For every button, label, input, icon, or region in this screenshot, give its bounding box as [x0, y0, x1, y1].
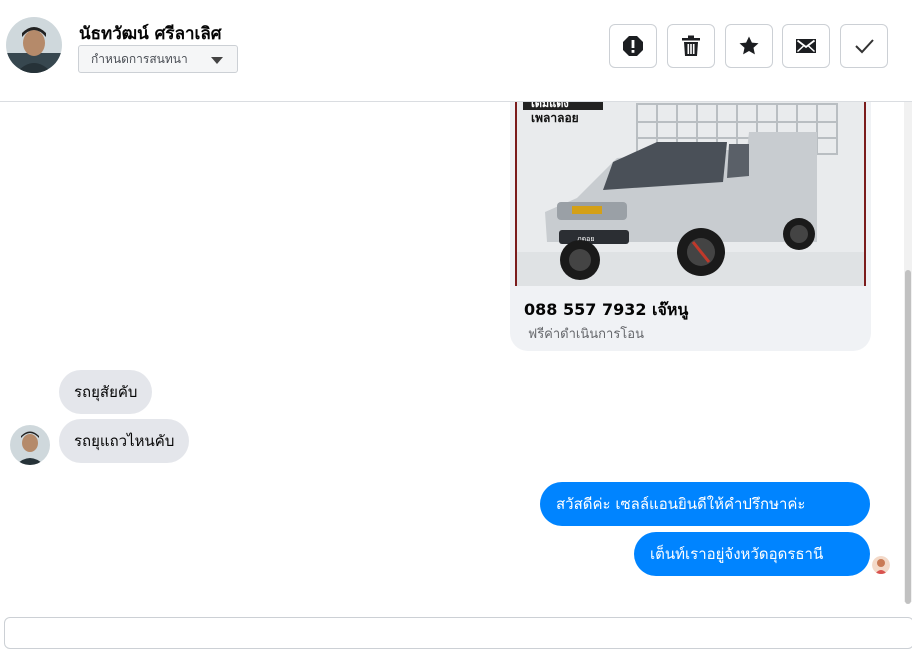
scrollbar-thumb[interactable]	[905, 270, 911, 604]
checkmark-icon	[855, 39, 874, 54]
shared-post-card[interactable]: เติมแต่ง เพลาลอย ภูดอย 088 557 7932 เจ๊ห…	[510, 102, 871, 351]
mark-unread-button[interactable]	[782, 24, 830, 68]
star-icon	[739, 36, 759, 55]
image-banner-top: เติมแต่ง	[531, 102, 569, 110]
chevron-down-icon	[211, 57, 223, 64]
star-button[interactable]	[725, 24, 773, 68]
message-composer[interactable]	[4, 617, 912, 649]
trash-icon	[682, 35, 700, 56]
exclamation-icon	[623, 36, 643, 56]
contact-avatar[interactable]	[6, 17, 62, 73]
seen-avatar	[872, 556, 890, 574]
delete-button[interactable]	[667, 24, 715, 68]
assign-dropdown-label: กำหนดการสนทนา	[91, 51, 188, 66]
outgoing-message[interactable]: เต็นท์เราอยู่จังหวัดอุดรธานี	[634, 532, 870, 576]
card-subtitle: ฟรีค่าดำเนินการโอน	[528, 327, 644, 342]
incoming-message[interactable]: รถยุแถวไหนคับ	[59, 419, 190, 463]
envelope-icon	[796, 39, 816, 53]
contact-name: นัธทวัฒน์ ศรีลาเลิศ	[79, 24, 222, 44]
card-title: 088 557 7932 เจ๊หนู	[524, 300, 689, 319]
truck-image[interactable]: เติมแต่ง เพลาลอย ภูดอย	[515, 102, 866, 286]
assign-conversation-dropdown[interactable]: กำหนดการสนทนา	[78, 45, 238, 73]
mark-done-button[interactable]	[840, 24, 888, 68]
image-banner-bottom: เพลาลอย	[531, 111, 579, 125]
contact-avatar-small[interactable]	[10, 425, 50, 465]
outgoing-message[interactable]: สวัสดีค่ะ เซลล์แอนยินดีให้คำปรึกษาค่ะ	[540, 482, 870, 526]
incoming-message[interactable]: รถยุสัยคับ	[59, 370, 153, 414]
conversation-header: นัธทวัฒน์ ศรีลาเลิศ กำหนดการสนทนา	[0, 0, 912, 102]
mark-spam-button[interactable]	[609, 24, 657, 68]
